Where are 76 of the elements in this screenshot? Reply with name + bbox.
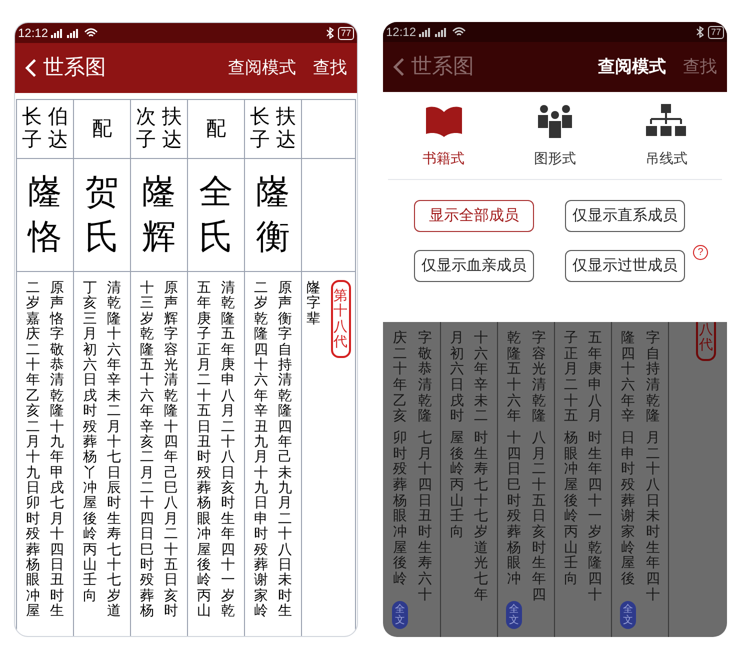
bio-text: 屋後岭丙山壬向 xyxy=(450,430,464,540)
relation-text: 扶达 xyxy=(162,106,182,152)
bio-text: 日申时殁葬谢家岭屋後 xyxy=(621,430,635,587)
relation-text: 长子 xyxy=(22,106,42,152)
filter-button[interactable]: 显示全部成员 xyxy=(414,200,534,232)
full-text-button[interactable]: 全文 xyxy=(506,600,522,629)
bio-text: 月二十八日未时生年四十 xyxy=(646,430,660,602)
wifi-icon xyxy=(452,27,466,37)
bio-text: 十四日巳时殁葬杨眼冲 xyxy=(507,430,521,587)
open-book-icon xyxy=(424,104,464,138)
header-action[interactable]: 查阅模式 xyxy=(598,54,666,80)
person-name: 贺氏 xyxy=(85,172,119,258)
bio-text: 卯时殁葬杨眼冲屋後岭 xyxy=(393,430,407,587)
bio-text: 字敬恭清乾隆 xyxy=(418,330,432,424)
generation-seal: 八代 xyxy=(696,322,716,361)
bio-text: 时生寿七十七岁道光七年 xyxy=(474,430,488,602)
bio-text: 丁亥三月初六日戌时殁葬杨丫冲屋後岭丙山壬向 xyxy=(83,280,97,605)
bio-text: 二岁嘉庆二十年乙亥二月十九日卯时殁葬杨眼冲屋 xyxy=(26,280,40,620)
header-action[interactable]: 查找 xyxy=(683,54,717,80)
status-time: 12:12 xyxy=(386,24,416,41)
view-mode-option[interactable]: 书籍式 xyxy=(398,104,489,169)
people-group-icon xyxy=(536,104,573,138)
generation-label: 嶐字辈 xyxy=(306,280,320,328)
full-text-button[interactable]: 全文 xyxy=(392,600,408,629)
bio-text: 五年庚子正月二十五日丑时殁葬杨眼冲屋後岭丙山 xyxy=(197,280,211,620)
bio-text: 时生年四十一岁乾隆四十 xyxy=(588,430,602,602)
bio-text: 字自持清乾隆 xyxy=(646,330,660,424)
back-icon xyxy=(25,58,37,78)
header-action[interactable]: 查找 xyxy=(313,55,347,81)
filter-button[interactable]: 仅显示过世成员 xyxy=(565,250,685,282)
bio-text: 清乾隆五年庚申八月二十八日亥时生年四十一岁乾 xyxy=(221,280,235,620)
bio-text: 七月十四日丑时生寿六十 xyxy=(418,430,432,602)
relation-text: 长子 xyxy=(250,106,270,152)
bio-text: 月初六日戌时 xyxy=(450,330,464,424)
relation-text: 配 xyxy=(92,118,112,140)
back-icon xyxy=(393,57,405,77)
header-action[interactable]: 查阅模式 xyxy=(228,55,296,81)
bio-text: 字容光清乾隆 xyxy=(532,330,546,424)
battery-icon: 77 xyxy=(338,26,354,40)
bio-text: 清乾隆十六年辛未二月十七日辰时生寿七十七岁道 xyxy=(107,280,121,620)
bio-text: 原声恪字敬恭清乾隆十九年甲戌七月十四日丑时生 xyxy=(50,280,64,620)
view-mode-option[interactable]: 图形式 xyxy=(510,104,600,169)
bio-text: 原声衡字自持清乾隆四年己未九月二十八日未时生 xyxy=(278,280,292,620)
bio-text: 杨眼冲屋後岭丙山壬向 xyxy=(564,430,578,587)
person-name: 嶐恪 xyxy=(28,172,62,258)
back-button[interactable]: 世系图 xyxy=(25,52,106,84)
bio-text: 八月二十五日亥时生年四 xyxy=(532,430,546,602)
bio-text: 乾隆五十六年 xyxy=(507,330,521,424)
hierarchy-icon xyxy=(646,104,686,138)
person-name: 嶐衡 xyxy=(256,172,290,258)
bluetooth-icon xyxy=(326,27,334,39)
bio-text: 五年庚申八月 xyxy=(588,330,602,424)
bio-text: 十三岁乾隆五十六年辛亥二月二十四日巳时殁葬杨 xyxy=(140,280,154,620)
bio-text: 庆二十年乙亥 xyxy=(393,330,407,424)
bluetooth-icon xyxy=(696,26,704,38)
bio-text: 隆四十六年辛 xyxy=(621,330,635,424)
relation-text: 扶达 xyxy=(276,106,296,152)
back-button[interactable]: 世系图 xyxy=(393,51,474,83)
relation-text: 次子 xyxy=(136,106,156,152)
status-time: 12:12 xyxy=(18,25,48,42)
relation-text: 伯达 xyxy=(48,106,68,152)
person-name: 嶐辉 xyxy=(142,172,176,258)
bio-text: 二岁乾隆四十六年辛丑九月十九日申时殁葬谢家岭 xyxy=(254,280,268,620)
filter-button[interactable]: 仅显示血亲成员 xyxy=(414,250,534,282)
relation-text: 配 xyxy=(206,118,226,140)
filter-button[interactable]: 仅显示直系成员 xyxy=(565,200,685,232)
full-text-button[interactable]: 全文 xyxy=(620,600,636,629)
battery-icon: 77 xyxy=(708,26,724,38)
wifi-icon xyxy=(84,28,98,38)
view-mode-option[interactable]: 吊线式 xyxy=(621,104,712,169)
bio-text: 十六年辛未二 xyxy=(474,330,488,424)
bio-text: 原声辉字容光清乾隆十四年己巳八月二十五日亥时 xyxy=(164,280,178,620)
help-button[interactable]: ? xyxy=(693,245,708,260)
generation-seal: 第十八代 xyxy=(330,280,350,358)
bio-text: 子正月二十五 xyxy=(564,330,578,424)
person-name: 全氏 xyxy=(199,172,233,258)
